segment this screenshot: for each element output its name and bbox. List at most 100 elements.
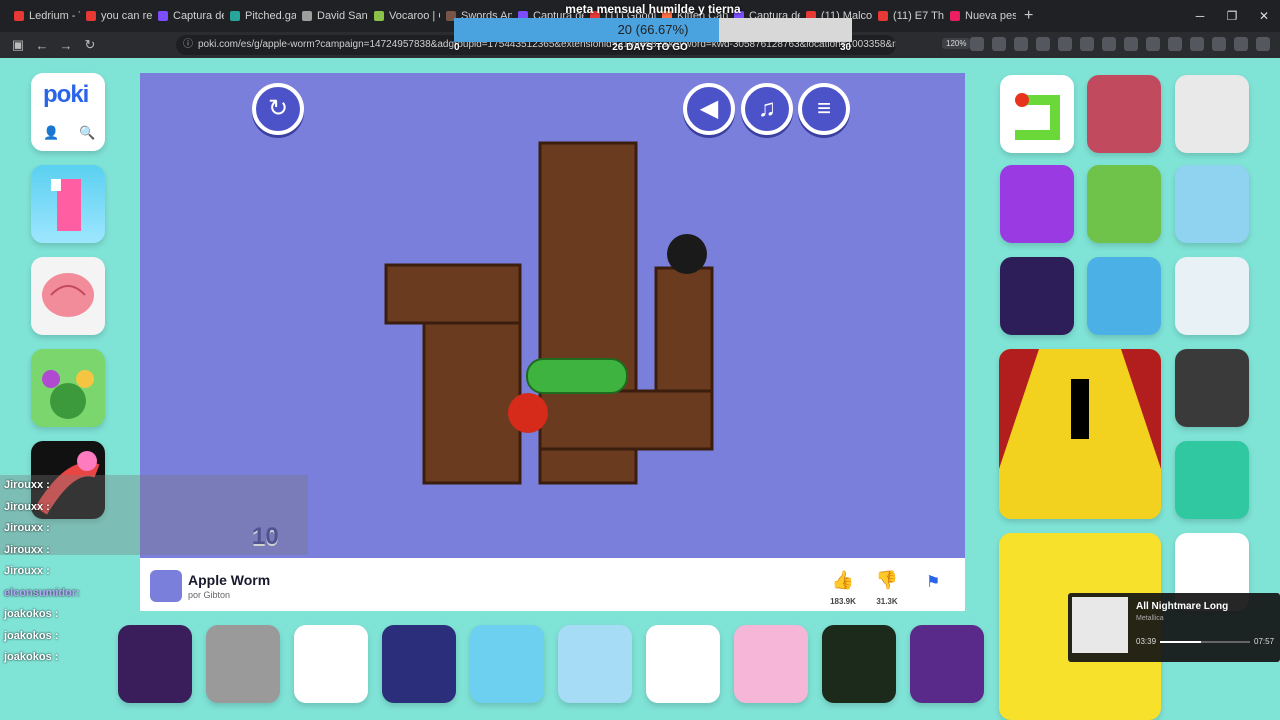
like-button[interactable]: 👍 183.9K bbox=[823, 570, 863, 606]
music-button[interactable]: ♫ bbox=[741, 83, 793, 135]
game-thumb-happy-glass[interactable] bbox=[294, 625, 368, 703]
tab-label: Pitched.gam bbox=[245, 10, 296, 22]
report-flag-icon[interactable]: ⚑ bbox=[926, 572, 940, 592]
extension-icon[interactable] bbox=[1124, 37, 1138, 51]
browser-tab[interactable]: Ledrium - Tw bbox=[8, 0, 80, 32]
game-thumb-tower-stack[interactable] bbox=[470, 625, 544, 703]
game-thumb-stickman[interactable] bbox=[1175, 75, 1249, 153]
menu-button[interactable]: ≡ bbox=[798, 83, 850, 135]
tab-favicon-icon bbox=[86, 11, 96, 21]
game-thumb-subway-surfers[interactable] bbox=[1087, 165, 1161, 243]
extension-icon[interactable] bbox=[1212, 37, 1226, 51]
game-thumb-snake-horror[interactable] bbox=[822, 625, 896, 703]
game-thumb-rotate[interactable] bbox=[1175, 349, 1249, 427]
song-elapsed: 03:39 bbox=[1136, 637, 1157, 646]
game-thumb-yellow-tunnel[interactable] bbox=[999, 349, 1161, 519]
site-info-icon[interactable]: ⓘ bbox=[183, 35, 193, 55]
chat-message: Jirouxx : bbox=[4, 543, 50, 556]
browser-tab[interactable]: Captura de p bbox=[152, 0, 224, 32]
chat-message: joakokos : bbox=[4, 651, 59, 663]
extension-icon[interactable] bbox=[1146, 37, 1160, 51]
extension-icon[interactable] bbox=[1102, 37, 1116, 51]
game-thumb-chess[interactable] bbox=[206, 625, 280, 703]
favorite-icon[interactable] bbox=[970, 37, 984, 51]
tab-label: David Sanm bbox=[317, 10, 368, 22]
goal-min: 0 bbox=[454, 42, 460, 53]
dislike-button[interactable]: 👎 31.3K bbox=[867, 570, 907, 606]
game-thumb-stickman-hook[interactable] bbox=[1000, 165, 1074, 243]
extension-icon[interactable] bbox=[1036, 37, 1050, 51]
game-author[interactable]: por Gibton bbox=[188, 590, 230, 600]
game-thumb-agents[interactable] bbox=[910, 625, 984, 703]
tab-favicon-icon bbox=[878, 11, 888, 21]
tab-favicon-icon bbox=[374, 11, 384, 21]
brain-icon bbox=[42, 273, 94, 317]
window-controls: ─ ❐ ✕ bbox=[1184, 0, 1280, 32]
song-artist: Metallica bbox=[1136, 615, 1164, 622]
tab-label: you can rest bbox=[101, 10, 152, 22]
minimize-icon[interactable]: ─ bbox=[1184, 0, 1216, 32]
game-thumb-tetris-tiles[interactable] bbox=[382, 625, 456, 703]
poki-logo-card[interactable]: poki 👤 🔍 bbox=[31, 73, 105, 151]
game-thumb-friday-night-funkin[interactable] bbox=[1000, 257, 1074, 335]
zoom-level[interactable]: 120% bbox=[942, 38, 971, 49]
chat-message: elconsumidor: bbox=[4, 586, 80, 599]
extension-icon[interactable] bbox=[992, 37, 1006, 51]
extension-icon[interactable] bbox=[1058, 37, 1072, 51]
game-thumb-kings[interactable] bbox=[1087, 75, 1161, 153]
close-icon[interactable]: ✕ bbox=[1248, 0, 1280, 32]
tab-favicon-icon bbox=[158, 11, 168, 21]
tab-label: (11) E7 The bbox=[893, 10, 944, 22]
restart-button[interactable]: ↻ bbox=[252, 83, 304, 135]
snake-maze-icon bbox=[1015, 93, 1060, 140]
game-thumb-color-blocks[interactable] bbox=[734, 625, 808, 703]
game-title: Apple Worm bbox=[188, 572, 271, 588]
extension-icon[interactable] bbox=[1080, 37, 1094, 51]
game-thumb-hotdog[interactable] bbox=[558, 625, 632, 703]
goal-title: meta mensual humilde y tierna bbox=[565, 2, 741, 16]
reload-icon[interactable]: ↻ bbox=[78, 37, 102, 53]
game-thumb-brain[interactable] bbox=[31, 257, 105, 335]
browser-menu-icon[interactable] bbox=[1256, 37, 1270, 51]
game-thumb-basketball[interactable] bbox=[646, 625, 720, 703]
browser-tab[interactable]: Pitched.gam bbox=[224, 0, 296, 32]
sidebar-toggle-icon[interactable]: ▣ bbox=[6, 37, 30, 53]
extension-icon[interactable] bbox=[1234, 37, 1248, 51]
now-playing-widget: All Nightmare Long Metallica 03:39 07:57 bbox=[1068, 593, 1280, 662]
browser-tab[interactable]: Vocaroo | Gr bbox=[368, 0, 440, 32]
back-icon[interactable]: ← bbox=[30, 38, 54, 53]
game-thumb-pipes[interactable] bbox=[1175, 441, 1249, 519]
game-thumb-fruit-match[interactable] bbox=[118, 625, 192, 703]
browser-tab[interactable]: Nueva pesta bbox=[944, 0, 1016, 32]
game-thumb-fruits[interactable] bbox=[31, 349, 105, 427]
game-thumb-pink-character[interactable] bbox=[31, 165, 105, 243]
browser-tab[interactable]: (11) E7 The bbox=[872, 0, 944, 32]
song-total: 07:57 bbox=[1254, 637, 1275, 646]
tab-favicon-icon bbox=[230, 11, 240, 21]
tab-favicon-icon bbox=[950, 11, 960, 21]
like-count: 183.9K bbox=[830, 597, 856, 606]
search-icon[interactable]: 🔍 bbox=[79, 125, 95, 141]
game-thumb-ninja[interactable] bbox=[1087, 257, 1161, 335]
extension-icon[interactable] bbox=[1168, 37, 1182, 51]
browser-tab[interactable]: David Sanm bbox=[296, 0, 368, 32]
goal-days-left: 26 DAYS TO GO bbox=[612, 42, 688, 53]
maximize-icon[interactable]: ❐ bbox=[1216, 0, 1248, 32]
forward-icon[interactable]: → bbox=[54, 38, 78, 53]
poki-logo[interactable]: poki bbox=[43, 81, 89, 109]
album-art bbox=[1072, 597, 1128, 653]
game-thumb-snake-maze[interactable] bbox=[1000, 75, 1074, 153]
game-thumb-blocks[interactable] bbox=[1175, 257, 1249, 335]
sound-button[interactable]: ◀ bbox=[683, 83, 735, 135]
tab-label: Vocaroo | Gr bbox=[389, 10, 440, 22]
game-thumb-moto-x3m[interactable] bbox=[1175, 165, 1249, 243]
chat-message: joakokos : bbox=[4, 629, 59, 642]
extension-icon[interactable] bbox=[1014, 37, 1028, 51]
new-tab-icon[interactable]: + bbox=[1024, 7, 1033, 25]
goal-value-text: 20 (66.67%) bbox=[617, 22, 689, 37]
extensions-area bbox=[970, 37, 1270, 51]
user-icon[interactable]: 👤 bbox=[43, 125, 59, 141]
browser-tab[interactable]: you can rest bbox=[80, 0, 152, 32]
tab-favicon-icon bbox=[14, 11, 24, 21]
extension-icon[interactable] bbox=[1190, 37, 1204, 51]
